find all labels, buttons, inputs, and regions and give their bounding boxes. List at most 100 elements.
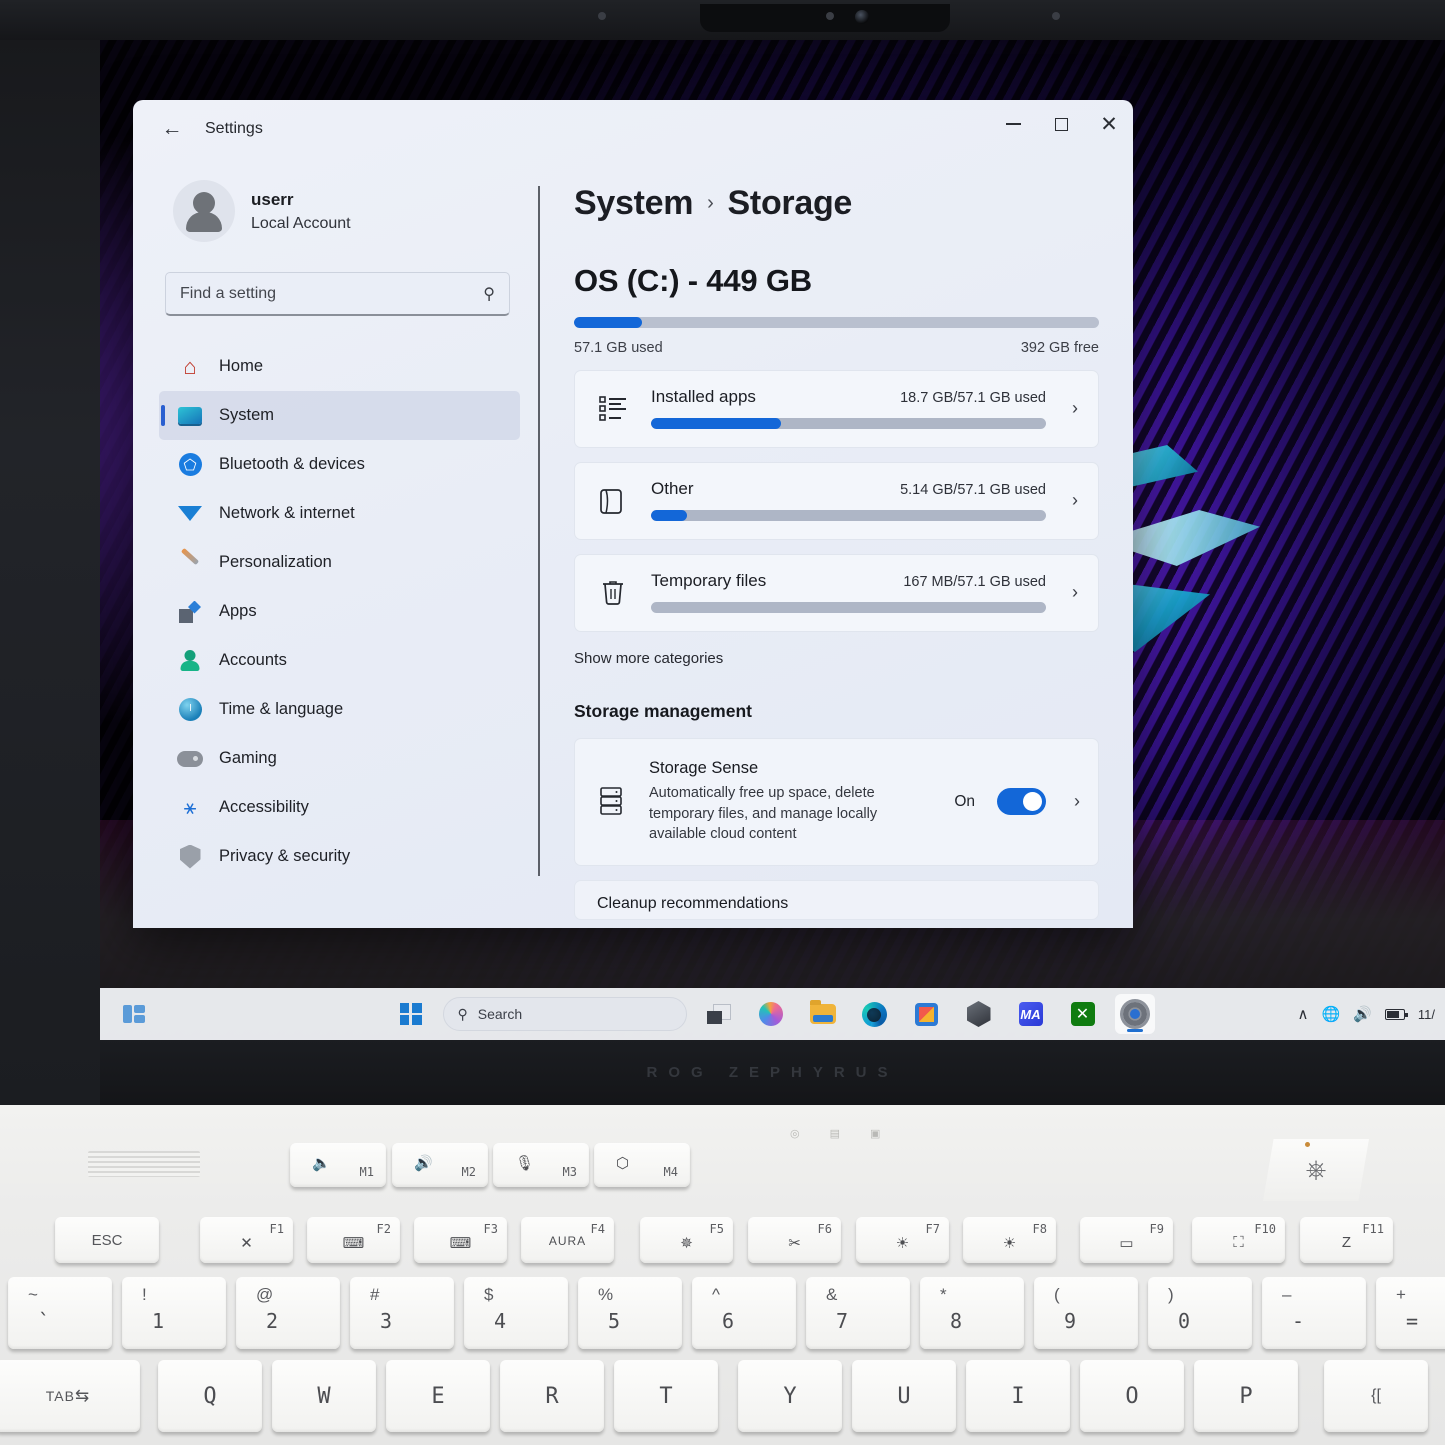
key-5[interactable]: % 5: [578, 1277, 682, 1349]
storage-category-card[interactable]: Other 5.14 GB/57.1 GB used ›: [574, 462, 1099, 540]
key-7[interactable]: & 7: [806, 1277, 910, 1349]
f2-key[interactable]: F2 ⌨: [307, 1217, 400, 1263]
volume-up-key[interactable]: 🔊 M2: [392, 1143, 488, 1187]
chevron-up-icon[interactable]: ∧: [1298, 1005, 1309, 1023]
sidebar-item-network-internet[interactable]: Network & internet: [159, 489, 520, 538]
back-button[interactable]: ←: [155, 112, 189, 146]
sidebar-item-gaming[interactable]: Gaming: [159, 734, 520, 783]
user-profile[interactable]: userr Local Account: [173, 180, 528, 242]
sidebar-item-label: Bluetooth & devices: [219, 455, 365, 473]
storage-sense-state: On: [954, 792, 975, 810]
key-label: M1: [359, 1165, 374, 1179]
key-w[interactable]: W: [272, 1360, 376, 1432]
microsoft-edge-button[interactable]: [855, 994, 895, 1034]
battery-icon[interactable]: [1384, 1008, 1408, 1020]
f10-key[interactable]: F10 ⛶: [1192, 1217, 1285, 1263]
settings-button[interactable]: [1114, 994, 1155, 1034]
clock[interactable]: 11/: [1418, 1007, 1435, 1022]
desktop-icon-microsoft-edge[interactable]: ↗ Micros Edg: [100, 180, 117, 268]
tab-arrows-icon: ⇆: [74, 1386, 90, 1405]
edge-icon: [862, 1001, 887, 1027]
sidebar-item-accessibility[interactable]: ⚹ Accessibility: [159, 783, 520, 832]
xbox-button[interactable]: ✕: [1063, 994, 1103, 1034]
f9-key[interactable]: F9 ▭: [1080, 1217, 1173, 1263]
sidebar-item-home[interactable]: ⌂ Home: [159, 342, 520, 391]
sidebar-item-time-language[interactable]: Time & language: [159, 685, 520, 734]
f4-key[interactable]: F4 AURA: [521, 1217, 614, 1263]
sidebar-item-privacy-security[interactable]: Privacy & security: [159, 832, 520, 881]
key-3[interactable]: # 3: [350, 1277, 454, 1349]
sidebar-item-personalization[interactable]: Personalization: [159, 538, 520, 587]
maximize-button[interactable]: [1037, 100, 1085, 148]
storage-category-card[interactable]: Temporary files 167 MB/57.1 GB used ›: [574, 554, 1099, 632]
search-input[interactable]: Find a setting ⚲: [165, 272, 510, 316]
backtick-key[interactable]: ~ `: [8, 1277, 112, 1349]
rog-key[interactable]: ⬡ M4: [594, 1143, 690, 1187]
minimize-button[interactable]: [989, 100, 1037, 148]
f8-key[interactable]: F8 ☀: [963, 1217, 1056, 1263]
key-9[interactable]: ( 9: [1034, 1277, 1138, 1349]
key-u[interactable]: U: [852, 1360, 956, 1432]
cleanup-recommendations-card[interactable]: Cleanup recommendations: [574, 879, 1099, 920]
key-label: W: [317, 1383, 331, 1409]
key-r[interactable]: R: [500, 1360, 604, 1432]
key-y[interactable]: Y: [738, 1360, 842, 1432]
f3-key[interactable]: F3 ⌨: [414, 1217, 507, 1263]
store-icon: [915, 1002, 938, 1026]
tab-key[interactable]: TAB ⇆: [0, 1360, 140, 1432]
sidebar-item-apps[interactable]: Apps: [159, 587, 520, 636]
key-q[interactable]: Q: [158, 1360, 262, 1432]
f5-key[interactable]: F5 ✵: [640, 1217, 733, 1263]
key-t[interactable]: T: [614, 1360, 718, 1432]
f6-key[interactable]: F6 ✂: [748, 1217, 841, 1263]
storage-category-card[interactable]: Installed apps 18.7 GB/57.1 GB used ›: [574, 370, 1099, 448]
key-o[interactable]: O: [1080, 1360, 1184, 1432]
copilot-button[interactable]: [751, 994, 791, 1034]
sidebar-item-system[interactable]: System: [159, 391, 520, 440]
key-i[interactable]: I: [966, 1360, 1070, 1432]
equals-key[interactable]: + =: [1376, 1277, 1445, 1349]
key-6[interactable]: ^ 6: [692, 1277, 796, 1349]
storage-sense-description: Automatically free up space, delete temp…: [649, 785, 878, 843]
breadcrumb-current: Storage: [727, 184, 853, 222]
desktop-icon-recycle-bin[interactable]: Recycle: [100, 60, 117, 135]
storage-sense-card[interactable]: Storage Sense Automatically free up spac…: [574, 738, 1099, 866]
myasus-button[interactable]: MA: [1011, 994, 1051, 1034]
key-2[interactable]: @ 2: [236, 1277, 340, 1349]
key-e[interactable]: E: [386, 1360, 490, 1432]
f1-key[interactable]: F1 ✕: [200, 1217, 293, 1263]
copilot-icon: [758, 1002, 783, 1026]
breadcrumb-parent[interactable]: System: [574, 184, 693, 223]
key-label: [: [1376, 1387, 1381, 1404]
minus-key[interactable]: – -: [1262, 1277, 1366, 1349]
close-button[interactable]: ✕: [1085, 100, 1133, 148]
volume-down-key[interactable]: 🔈 M1: [290, 1143, 386, 1187]
sidebar-item-accounts[interactable]: Accounts: [159, 636, 520, 685]
storage-sense-toggle[interactable]: [997, 788, 1046, 816]
sidebar-item-bluetooth-devices[interactable]: ⬠ Bluetooth & devices: [159, 440, 520, 489]
esc-key[interactable]: ESC: [55, 1217, 159, 1263]
key-label: 7: [836, 1309, 849, 1333]
power-button[interactable]: ⎈: [1263, 1139, 1369, 1201]
armoury-crate-button[interactable]: [959, 994, 999, 1034]
key-label: M3: [562, 1165, 577, 1179]
key-4[interactable]: $ 4: [464, 1277, 568, 1349]
mic-mute-key[interactable]: 🎙 M3: [493, 1143, 589, 1187]
bracket-left-key[interactable]: { [: [1324, 1360, 1428, 1432]
volume-icon[interactable]: 🔊: [1353, 1005, 1372, 1023]
key-p[interactable]: P: [1194, 1360, 1298, 1432]
key-1[interactable]: ! 1: [122, 1277, 226, 1349]
taskbar-search[interactable]: ⚲ Search: [442, 997, 687, 1031]
f11-key[interactable]: F11 Z: [1300, 1217, 1393, 1263]
key-0[interactable]: ) 0: [1148, 1277, 1252, 1349]
file-explorer-button[interactable]: [803, 994, 843, 1034]
network-icon[interactable]: 🌐: [1322, 1005, 1341, 1023]
task-view-button[interactable]: [699, 994, 739, 1034]
show-more-categories-link[interactable]: Show more categories: [574, 650, 1099, 667]
microsoft-store-button[interactable]: [907, 994, 947, 1034]
key-8[interactable]: * 8: [920, 1277, 1024, 1349]
start-button[interactable]: [391, 994, 431, 1034]
f7-key[interactable]: F7 ☀: [856, 1217, 949, 1263]
key-label: ESC: [91, 1231, 123, 1249]
sidebar-item-label: Apps: [219, 602, 257, 620]
